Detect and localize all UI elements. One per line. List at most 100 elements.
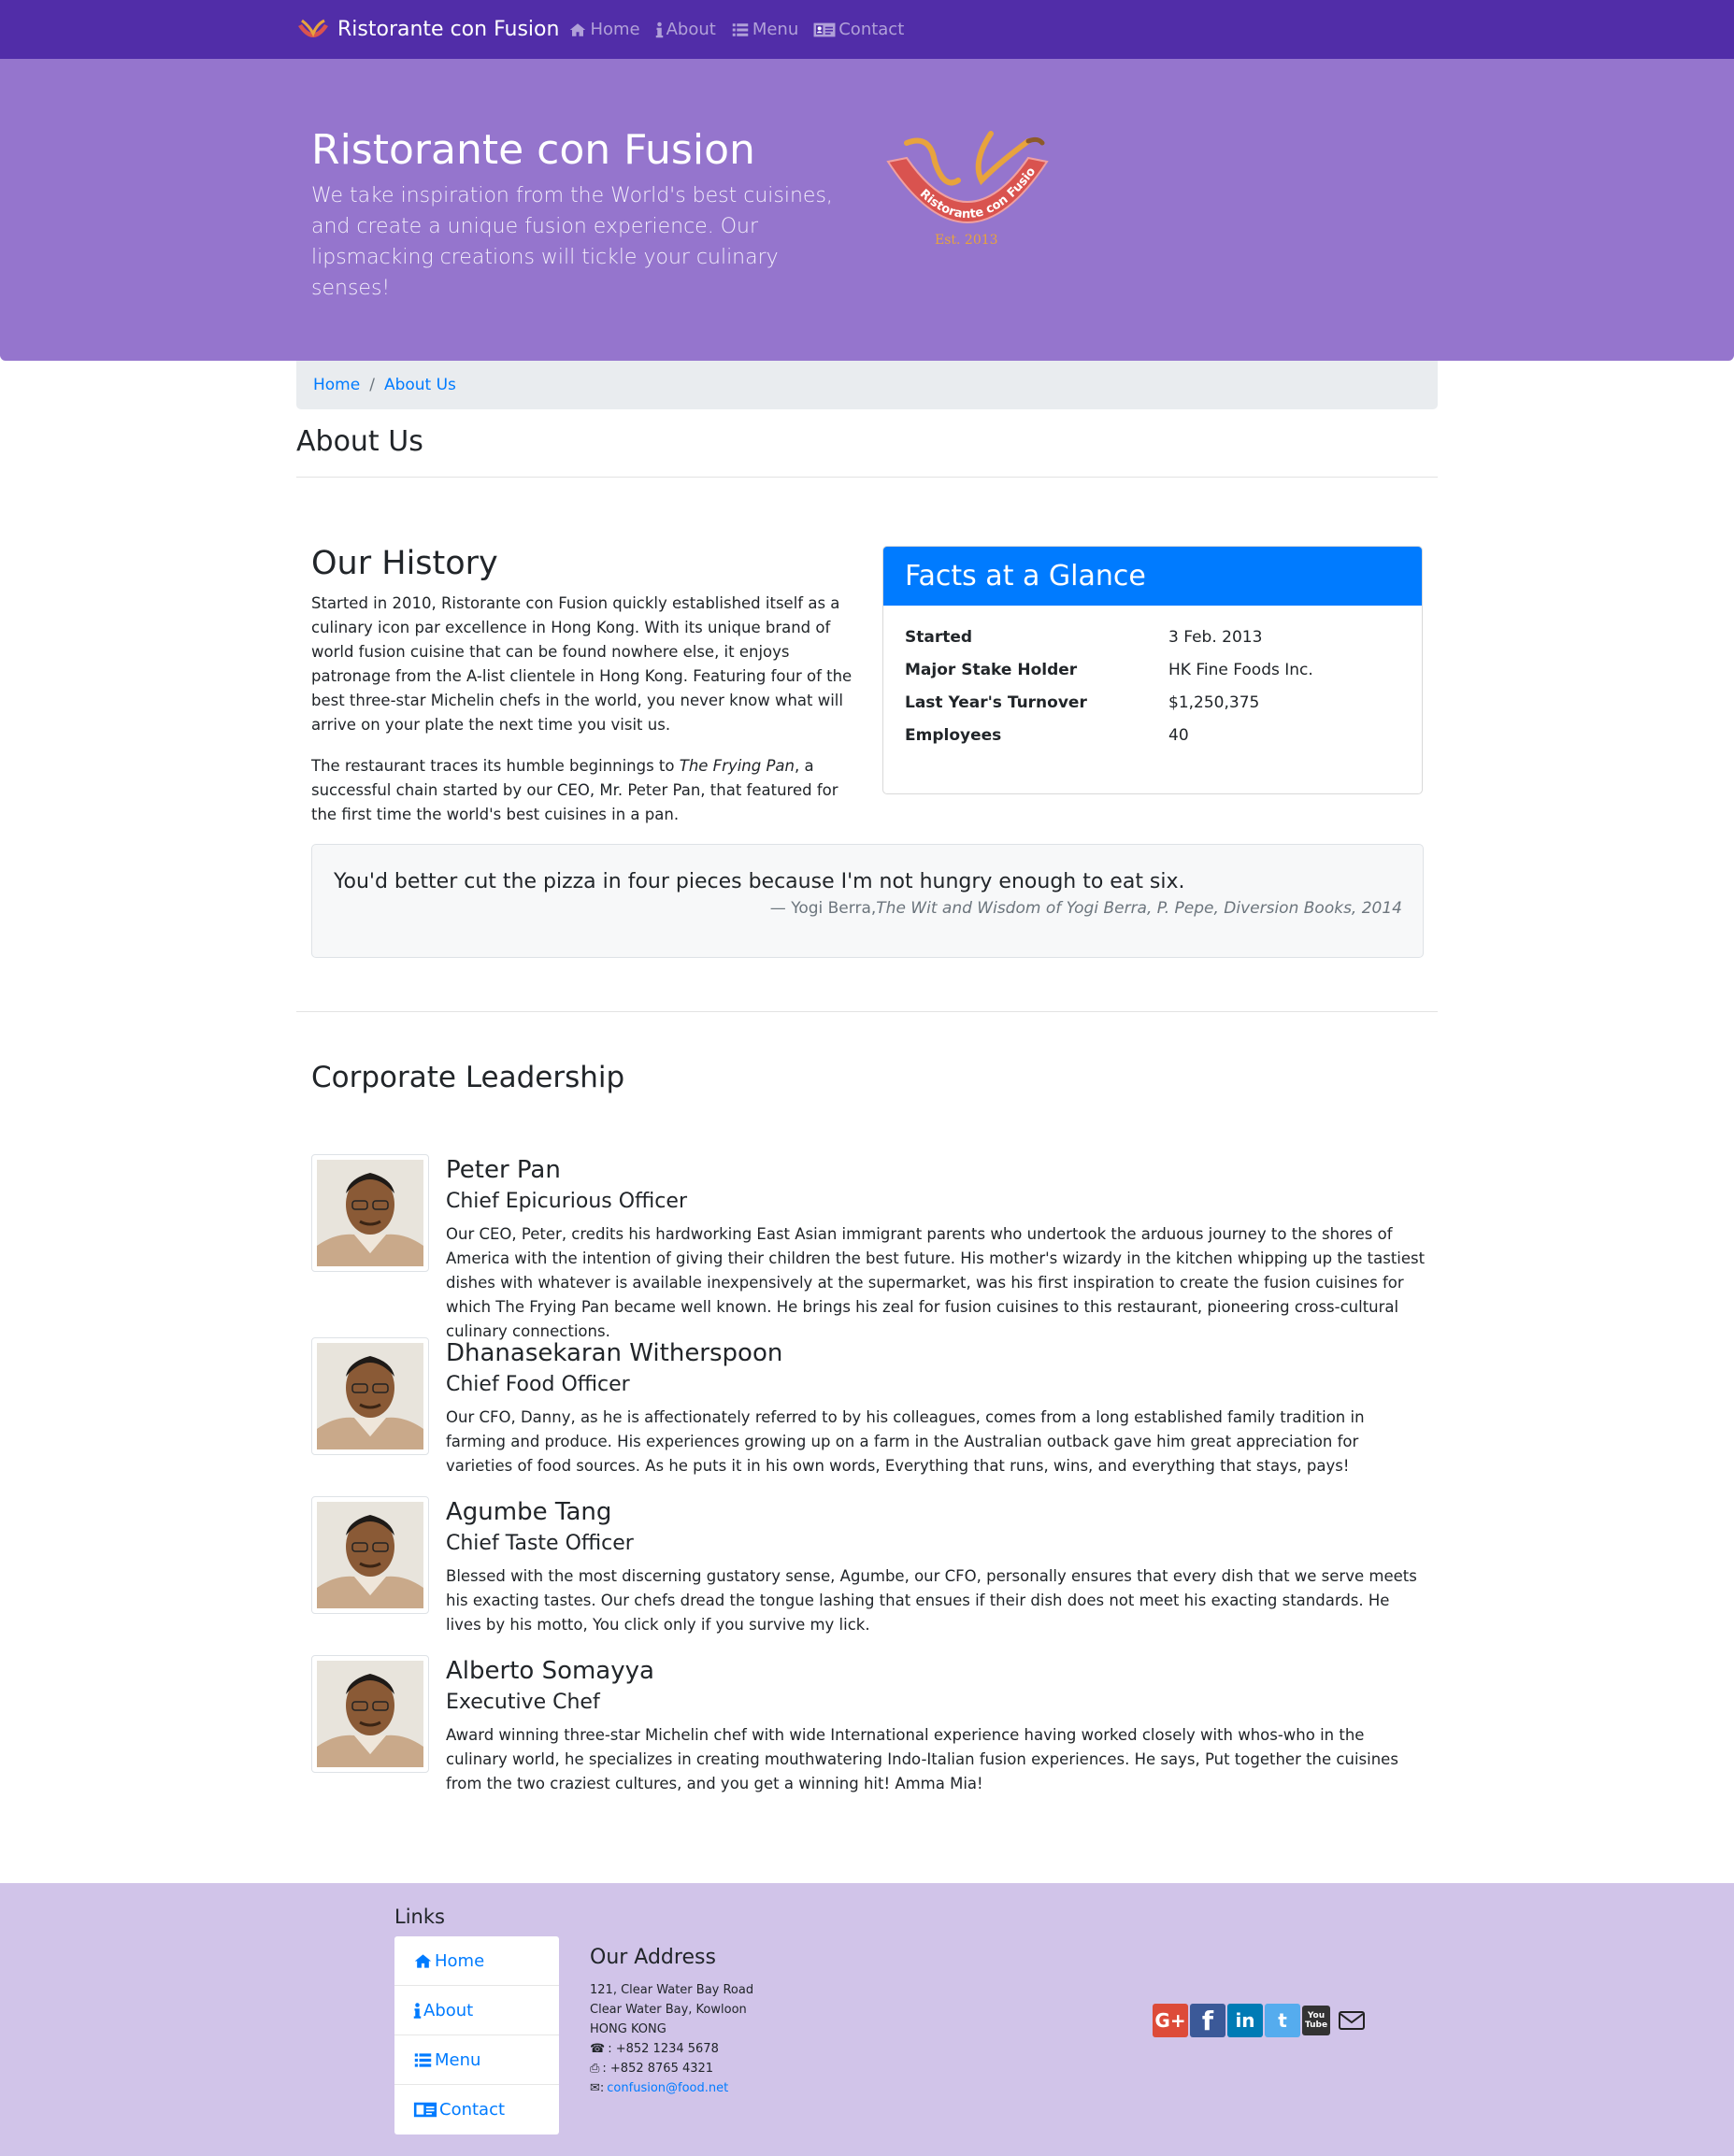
twitter-icon[interactable]: t — [1265, 2004, 1300, 2037]
address-card-icon — [413, 2101, 437, 2119]
nav-contact-label: Contact — [838, 20, 905, 39]
leader-description: Award winning three-star Michelin chef w… — [446, 1726, 1398, 1792]
jumbotron-title: Ristorante con Fusion — [311, 126, 755, 174]
address-line: 121, Clear Water Bay Road — [590, 1983, 754, 1997]
google-plus-icon[interactable]: G+ — [1153, 2004, 1188, 2037]
restaurant-logo-icon — [298, 19, 328, 37]
info-icon — [413, 2002, 422, 2020]
leader-name: Dhanasekaran Witherspoon — [446, 1339, 783, 1367]
email-link[interactable]: confusion@food.net — [607, 2078, 728, 2098]
phone-icon: ☎ — [590, 2042, 606, 2056]
quote-author: — Yogi Berra, — [769, 899, 877, 918]
address-line: HONG KONG — [590, 2022, 666, 2036]
list-icon — [731, 21, 750, 38]
history-title: Our History — [311, 545, 498, 582]
nav-home-label: Home — [590, 20, 640, 39]
history-p2-start: The restaurant traces its humble beginni… — [311, 757, 680, 775]
fax-number: : +852 8765 4321 — [602, 2062, 714, 2076]
phone-row: ☎: +852 1234 5678 — [590, 2039, 753, 2059]
youtube-icon[interactable]: You Tube — [1302, 2006, 1330, 2035]
address-title: Our Address — [590, 1946, 716, 1969]
person-avatar-icon — [317, 1160, 423, 1266]
phone-number: : +852 1234 5678 — [608, 2042, 719, 2056]
address-card-icon — [813, 21, 836, 38]
restaurant-logo-icon: Ristorante con Fusion Est. 2013 — [879, 124, 1049, 248]
nav-contact[interactable]: Contact — [813, 20, 904, 39]
leader-role: Chief Taste Officer — [446, 1532, 634, 1555]
linkedin-icon[interactable]: in — [1227, 2004, 1263, 2037]
email-button[interactable] — [1332, 2004, 1371, 2037]
leader-role: Chief Epicurious Officer — [446, 1190, 687, 1213]
quote-source: — Yogi Berra,The Wit and Wisdom of Yogi … — [770, 899, 1402, 918]
envelope-icon — [1339, 2011, 1365, 2030]
info-icon — [655, 21, 664, 38]
facts-card: Facts at a Glance Started 3 Feb. 2013 Maj… — [882, 546, 1423, 794]
email-row: ✉: confusion@food.net — [590, 2078, 753, 2098]
leadership-title: Corporate Leadership — [311, 1061, 625, 1094]
nav-about-label: About — [666, 20, 716, 39]
person-avatar-icon — [317, 1343, 423, 1449]
breadcrumb-home[interactable]: Home — [313, 376, 360, 394]
fact-label: Started — [905, 628, 973, 647]
nav-menu[interactable]: Menu — [731, 20, 798, 39]
fact-row: Employees 40 — [905, 726, 1189, 745]
address-line: Clear Water Bay, Kowloon — [590, 2003, 747, 2017]
fax-row: ⎙: +852 8765 4321 — [590, 2059, 753, 2078]
footer-link-contact[interactable]: Contact — [394, 2085, 559, 2135]
footer: Links Home About Menu Contact Our Addres… — [0, 1883, 1734, 2156]
navbar-brand[interactable]: Ristorante con Fusion — [296, 17, 559, 43]
leader-role: Chief Food Officer — [446, 1373, 630, 1396]
history-paragraph-2: The restaurant traces its humble beginni… — [311, 754, 858, 827]
fact-row: Last Year's Turnover $1,250,375 — [905, 693, 1259, 712]
address-block: 121, Clear Water Bay Road Clear Water Ba… — [590, 1980, 753, 2098]
leader-name: Alberto Somayya — [446, 1657, 654, 1685]
navbar: Ristorante con Fusion Home About Menu Co… — [0, 0, 1734, 59]
brand-name: Ristorante con Fusion — [337, 18, 560, 41]
fact-label: Last Year's Turnover — [905, 693, 1087, 712]
footer-link-home[interactable]: Home — [394, 1936, 559, 1986]
home-icon — [413, 1952, 433, 1970]
person-avatar-icon — [317, 1661, 423, 1767]
leader-role: Executive Chef — [446, 1691, 600, 1714]
footer-link-label: Menu — [435, 2049, 481, 2070]
nav-about[interactable]: About — [655, 20, 716, 39]
envelope-icon: ✉: — [590, 2081, 605, 2095]
history-paragraph-1: Started in 2010, Ristorante con Fusion q… — [311, 594, 853, 734]
footer-links-list: Home About Menu Contact — [394, 1936, 559, 2135]
leader-name: Peter Pan — [446, 1156, 561, 1184]
breadcrumb-separator: / — [369, 376, 375, 394]
leader-photo — [311, 1154, 429, 1272]
breadcrumb-current[interactable]: About Us — [384, 376, 456, 394]
divider — [296, 477, 1438, 478]
social-buttons: G+ f in t You Tube — [1153, 2004, 1371, 2037]
footer-links-title: Links — [394, 1906, 445, 1928]
divider — [296, 1011, 1438, 1012]
quote-citation: The Wit and Wisdom of Yogi Berra, P. Pep… — [876, 899, 1402, 918]
nav-menu-label: Menu — [752, 20, 799, 39]
fact-row: Major Stake Holder HK Fine Foods Inc. — [905, 661, 1313, 679]
breadcrumb: Home / About Us — [296, 361, 1438, 409]
quote-text: You'd better cut the pizza in four piece… — [334, 870, 1185, 893]
facts-card-title: Facts at a Glance — [883, 547, 1422, 606]
leader-description: Blessed with the most discerning gustato… — [446, 1567, 1417, 1634]
leader-description: Our CEO, Peter, credits his hardworking … — [446, 1225, 1426, 1340]
leader-photo — [311, 1337, 429, 1455]
person-avatar-icon — [317, 1502, 423, 1608]
jumbotron-text: We take inspiration from the World's bes… — [311, 184, 833, 300]
blockquote: You'd better cut the pizza in four piece… — [311, 844, 1424, 958]
footer-link-label: Home — [435, 1950, 485, 1971]
fact-label: Employees — [905, 726, 1002, 745]
jumbotron: Ristorante con Fusion We take inspiratio… — [0, 59, 1734, 361]
footer-link-label: About — [423, 2000, 474, 2020]
footer-link-menu[interactable]: Menu — [394, 2035, 559, 2085]
page-title: About Us — [296, 425, 423, 458]
fax-icon: ⎙ — [590, 2062, 600, 2076]
list-icon — [413, 2051, 433, 2069]
leader-photo — [311, 1496, 429, 1614]
footer-link-about[interactable]: About — [394, 1986, 559, 2035]
facebook-icon[interactable]: f — [1190, 2004, 1225, 2037]
footer-link-label: Contact — [439, 2100, 506, 2120]
nav-home[interactable]: Home — [568, 20, 640, 39]
history-p2-emphasis: The Frying Pan — [679, 757, 795, 775]
fact-label: Major Stake Holder — [905, 661, 1078, 679]
